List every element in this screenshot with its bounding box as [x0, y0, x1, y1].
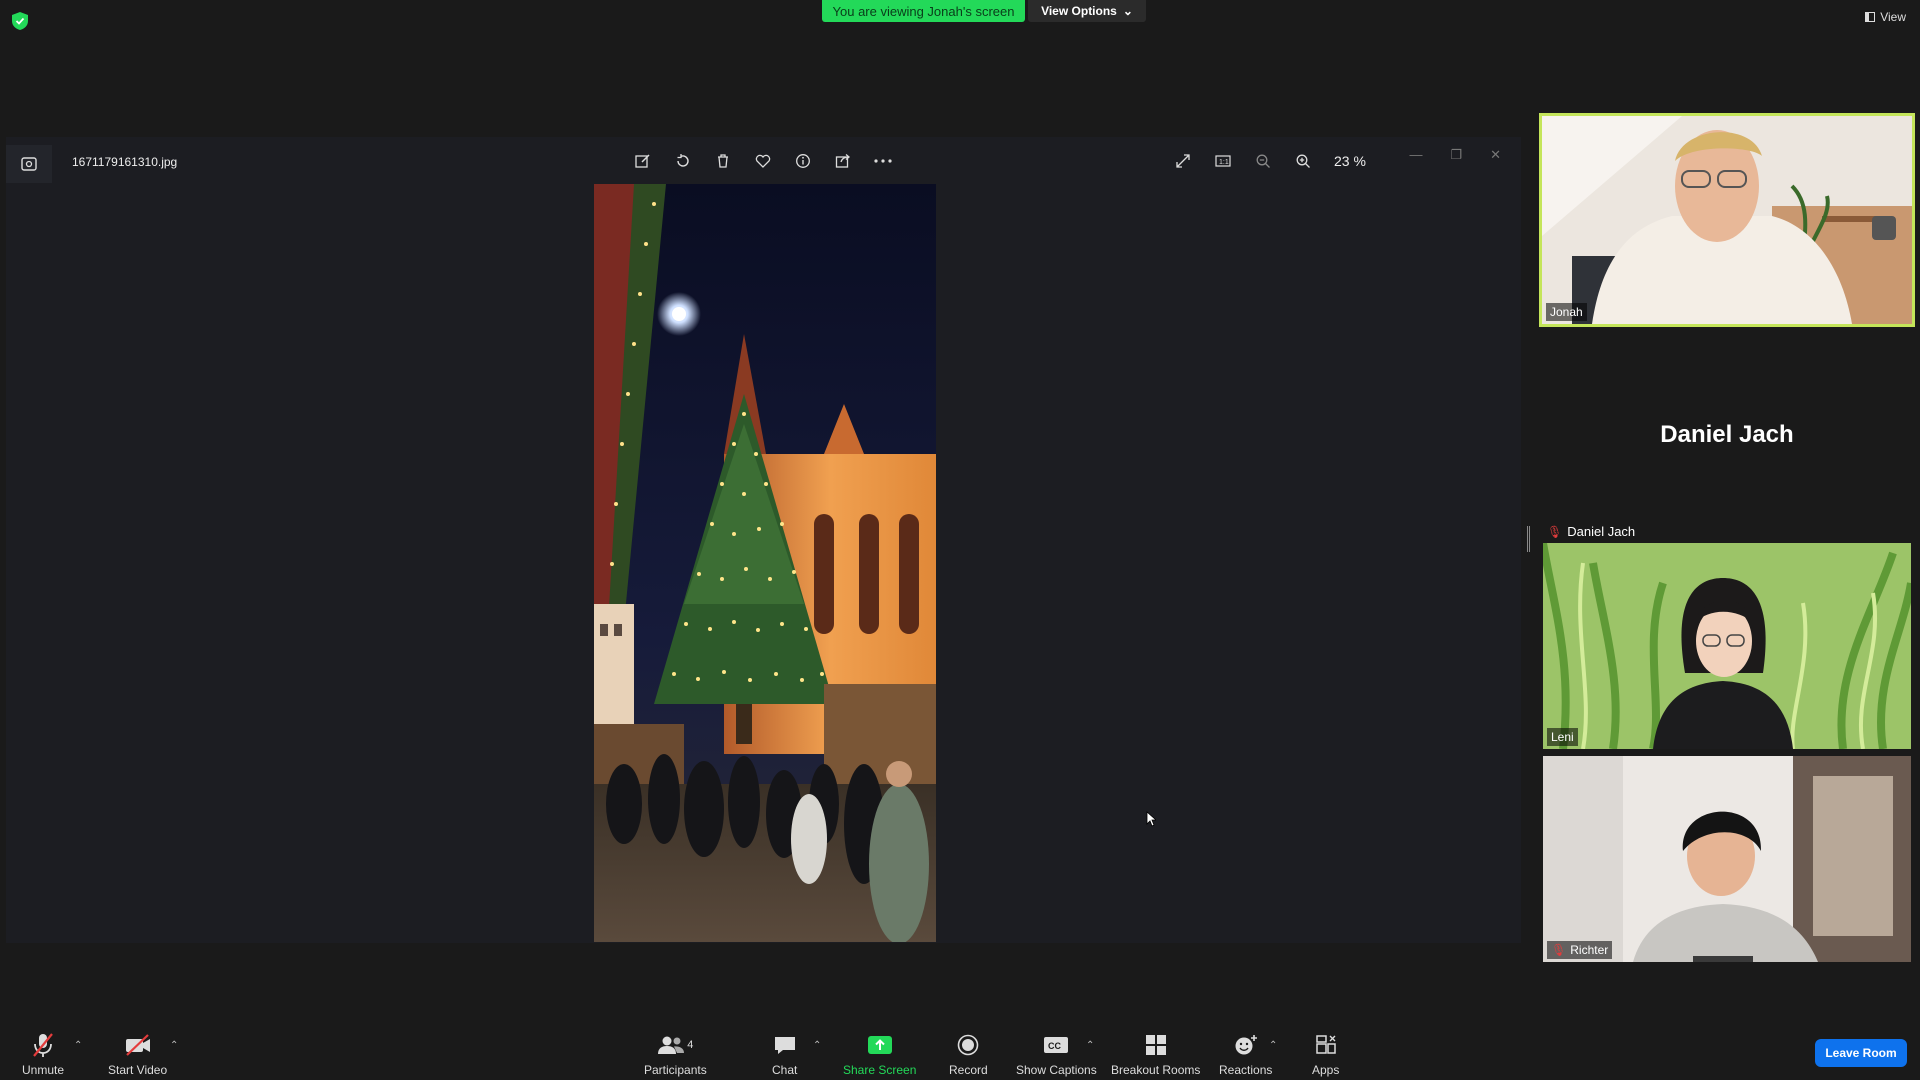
maximize-icon[interactable]: ❐	[1450, 147, 1462, 163]
zoom-out-icon[interactable]	[1252, 150, 1274, 172]
participant-name-richter: 🎙︎ Richter	[1547, 941, 1613, 959]
participants-icon	[658, 1036, 685, 1054]
muted-mic-icon: 🎙︎	[1551, 943, 1567, 957]
meeting-toolbar: Unmute ⌃ Start Video ⌃ 4 Participants Ch…	[0, 1010, 1920, 1080]
more-icon[interactable]	[872, 150, 894, 172]
share-screen-label: Share Screen	[843, 1063, 917, 1077]
closed-captions-icon: CC	[1043, 1032, 1069, 1058]
chat-bubble-icon	[773, 1032, 797, 1058]
record-label: Record	[949, 1063, 988, 1077]
svg-text:CC: CC	[1048, 1041, 1061, 1051]
delete-icon[interactable]	[712, 150, 734, 172]
unmute-label: Unmute	[22, 1063, 65, 1077]
breakout-rooms-label: Breakout Rooms	[1111, 1063, 1201, 1077]
video-tile-richter[interactable]: 🎙︎ Richter	[1543, 756, 1911, 962]
apps-button[interactable]: Apps	[1312, 1032, 1339, 1077]
view-options-label: View Options	[1041, 4, 1117, 18]
show-captions-button[interactable]: CC Show Captions	[1016, 1032, 1097, 1077]
breakout-rooms-icon	[1145, 1032, 1167, 1058]
video-tile-jonah[interactable]: Jonah	[1539, 113, 1915, 327]
smiley-plus-icon	[1234, 1032, 1258, 1058]
zoom-in-icon[interactable]	[1292, 150, 1314, 172]
view-button[interactable]: View	[1865, 10, 1906, 24]
chat-options-chevron-icon[interactable]: ⌃	[813, 1040, 821, 1051]
chevron-down-icon: ⌄	[1122, 4, 1133, 18]
photos-app-icon[interactable]	[6, 145, 52, 183]
photo-view-tools: 1:1 23 %	[1172, 150, 1366, 172]
view-options-button[interactable]: View Options ⌄	[1028, 0, 1146, 22]
reactions-options-chevron-icon[interactable]: ⌃	[1269, 1040, 1277, 1051]
record-button[interactable]: Record	[949, 1032, 988, 1077]
participants-button[interactable]: 4 Participants	[644, 1032, 707, 1077]
view-layout-icon	[1865, 12, 1876, 22]
share-icon[interactable]	[832, 150, 854, 172]
viewing-banner: You are viewing Jonah's screen	[822, 0, 1025, 22]
show-captions-label: Show Captions	[1016, 1063, 1097, 1077]
fullscreen-icon[interactable]	[1172, 150, 1194, 172]
security-shield-icon[interactable]	[12, 12, 28, 30]
leni-video	[1543, 543, 1911, 749]
window-controls: — ❐ ✕	[1409, 147, 1501, 163]
participant-name-leni: Leni	[1547, 728, 1578, 746]
start-video-label: Start Video	[108, 1063, 168, 1077]
chat-label: Chat	[772, 1063, 798, 1077]
muted-mic-icon: 🎙︎	[1547, 524, 1563, 539]
unmute-button[interactable]: Unmute	[22, 1032, 64, 1077]
leave-room-button[interactable]: Leave Room	[1815, 1039, 1907, 1067]
record-icon	[957, 1032, 979, 1058]
close-icon[interactable]: ✕	[1490, 147, 1501, 163]
share-screen-icon	[867, 1032, 893, 1058]
participant-name-jonah: Jonah	[1546, 303, 1587, 321]
chat-button[interactable]: Chat	[772, 1032, 797, 1077]
view-label: View	[1880, 10, 1906, 24]
apps-icon	[1315, 1032, 1337, 1058]
apps-label: Apps	[1312, 1063, 1340, 1077]
captions-options-chevron-icon[interactable]: ⌃	[1086, 1040, 1094, 1051]
video-tile-daniel-jach[interactable]: Daniel Jach 🎙︎ Daniel Jach	[1543, 333, 1911, 541]
muted-microphone-icon	[31, 1032, 55, 1058]
photo-viewer-titlebar: 1671179161310.jpg 1:1 23 % — ❐ ✕	[6, 137, 1521, 184]
info-icon[interactable]	[792, 150, 814, 172]
video-off-icon	[124, 1032, 152, 1058]
minimize-icon[interactable]: —	[1409, 147, 1422, 163]
audio-options-chevron-icon[interactable]: ⌃	[74, 1040, 82, 1051]
panel-resize-handle[interactable]	[1527, 526, 1530, 552]
mouse-cursor-icon	[1146, 811, 1156, 827]
start-video-button[interactable]: Start Video	[108, 1032, 167, 1077]
participants-count: 4	[687, 1039, 694, 1051]
richter-video	[1543, 756, 1911, 962]
photo-toolbar	[632, 150, 894, 172]
actual-size-icon[interactable]: 1:1	[1212, 150, 1234, 172]
participant-display-name: Daniel Jach	[1660, 421, 1794, 448]
participant-name-daniel: 🎙︎ Daniel Jach	[1547, 524, 1636, 539]
video-tile-leni[interactable]: Leni	[1543, 543, 1911, 749]
christmas-market-photo	[594, 184, 936, 942]
shared-screen[interactable]: 1671179161310.jpg 1:1 23 % — ❐ ✕	[6, 137, 1521, 943]
video-options-chevron-icon[interactable]: ⌃	[170, 1040, 178, 1051]
breakout-rooms-button[interactable]: Breakout Rooms	[1111, 1032, 1200, 1077]
edit-image-icon[interactable]	[632, 150, 654, 172]
rotate-icon[interactable]	[672, 150, 694, 172]
share-screen-button[interactable]: Share Screen	[843, 1032, 916, 1077]
reactions-label: Reactions	[1219, 1063, 1273, 1077]
photo-filename: 1671179161310.jpg	[72, 155, 178, 169]
reactions-button[interactable]: Reactions	[1219, 1032, 1272, 1077]
participants-label: Participants	[644, 1063, 707, 1077]
jonah-video	[1542, 116, 1912, 324]
favorite-icon[interactable]	[752, 150, 774, 172]
svg-text:1:1: 1:1	[1219, 159, 1229, 166]
zoom-level: 23 %	[1334, 153, 1366, 169]
